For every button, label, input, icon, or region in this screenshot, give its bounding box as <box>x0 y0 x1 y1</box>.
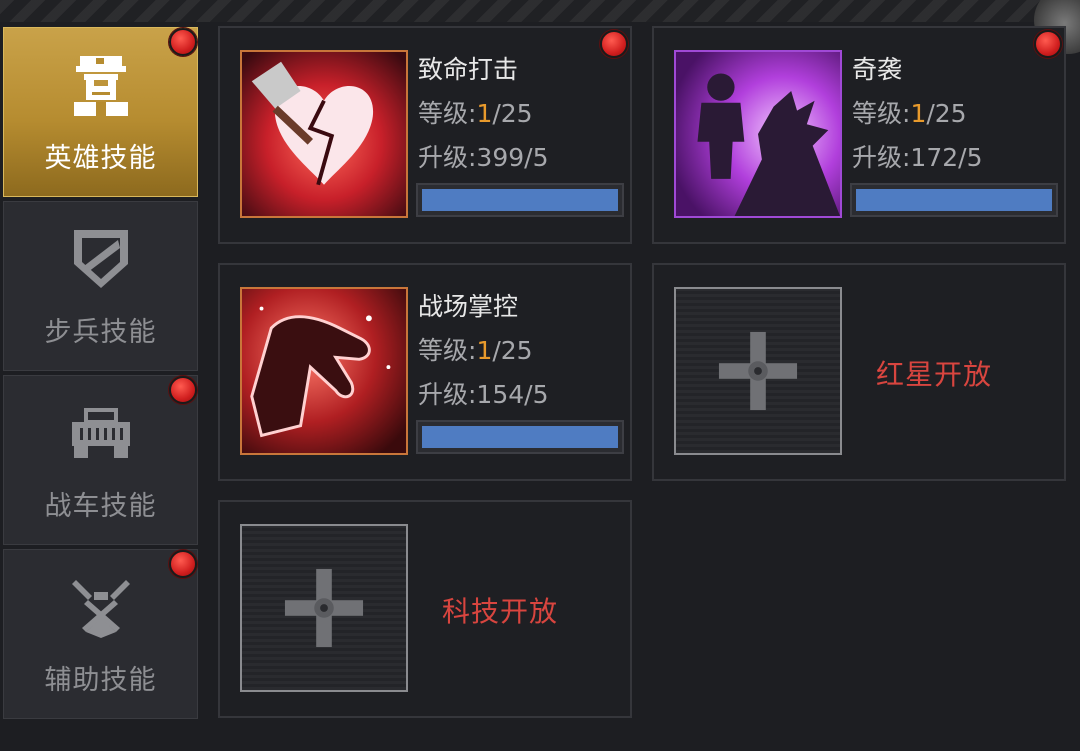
top-hazard-stripe <box>0 0 1080 22</box>
unlock-condition-text: 红星开放 <box>876 358 993 391</box>
skill-icon-frame <box>240 287 408 455</box>
skill-icon-frame <box>240 50 408 218</box>
skill-name: 战场掌控 <box>418 292 519 321</box>
progress-fill <box>422 426 618 448</box>
progress-fill <box>422 189 618 211</box>
skill-level: 等级:1/25 <box>418 336 533 365</box>
upgrade-progress-bar <box>416 183 624 217</box>
tab-support-skills[interactable]: 辅助技能 <box>3 549 198 719</box>
grasping-hand-icon <box>242 289 406 453</box>
skill-name: 致命打击 <box>418 55 519 84</box>
tab-label: 辅助技能 <box>44 664 157 696</box>
tab-label: 英雄技能 <box>44 142 157 174</box>
locked-slot-frame <box>674 287 842 455</box>
jeep-icon <box>71 407 130 458</box>
locked-slot-frame <box>240 524 408 692</box>
notification-badge <box>169 376 197 404</box>
skill-upgrade-count: 升级:172/5 <box>852 143 983 172</box>
skill-card-battlefield-control[interactable]: 战场掌控 等级:1/25 升级:154/5 <box>218 263 632 481</box>
notification-badge <box>169 28 197 56</box>
skill-category-sidebar: 英雄技能 步兵技能 战车技能 辅助技能 <box>3 27 198 723</box>
locked-slot-red-star[interactable]: 红星开放 <box>652 263 1066 481</box>
locked-slot-tech[interactable]: 科技开放 <box>218 500 632 718</box>
skill-card-ambush[interactable]: 奇袭 等级:1/25 升级:172/5 <box>652 26 1066 244</box>
tab-label: 战车技能 <box>44 490 157 522</box>
notification-badge <box>600 30 628 58</box>
shadow-warriors-icon <box>676 52 840 216</box>
notification-badge <box>1034 30 1062 58</box>
skill-level: 等级:1/25 <box>418 99 533 128</box>
crossed-tools-icon <box>71 579 130 638</box>
notification-badge <box>169 550 197 578</box>
locked-cross-icon <box>718 331 798 411</box>
skill-icon-frame <box>674 50 842 218</box>
skill-level: 等级:1/25 <box>852 99 967 128</box>
soldier-head-icon <box>73 55 128 116</box>
tab-hero-skills[interactable]: 英雄技能 <box>3 27 198 197</box>
progress-fill <box>856 189 1052 211</box>
skill-card-fatal-strike[interactable]: 致命打击 等级:1/25 升级:399/5 <box>218 26 632 244</box>
tab-label: 步兵技能 <box>44 316 157 348</box>
skill-upgrade-count: 升级:399/5 <box>418 143 549 172</box>
broken-heart-cleaver-icon <box>242 52 406 216</box>
tab-infantry-skills[interactable]: 步兵技能 <box>3 201 198 371</box>
shield-icon <box>73 229 128 288</box>
unlock-condition-text: 科技开放 <box>442 595 559 628</box>
upgrade-progress-bar <box>416 420 624 454</box>
skill-upgrade-count: 升级:154/5 <box>418 380 549 409</box>
locked-cross-icon <box>284 568 364 648</box>
tab-vehicle-skills[interactable]: 战车技能 <box>3 375 198 545</box>
upgrade-progress-bar <box>850 183 1058 217</box>
skill-name: 奇袭 <box>852 55 903 84</box>
